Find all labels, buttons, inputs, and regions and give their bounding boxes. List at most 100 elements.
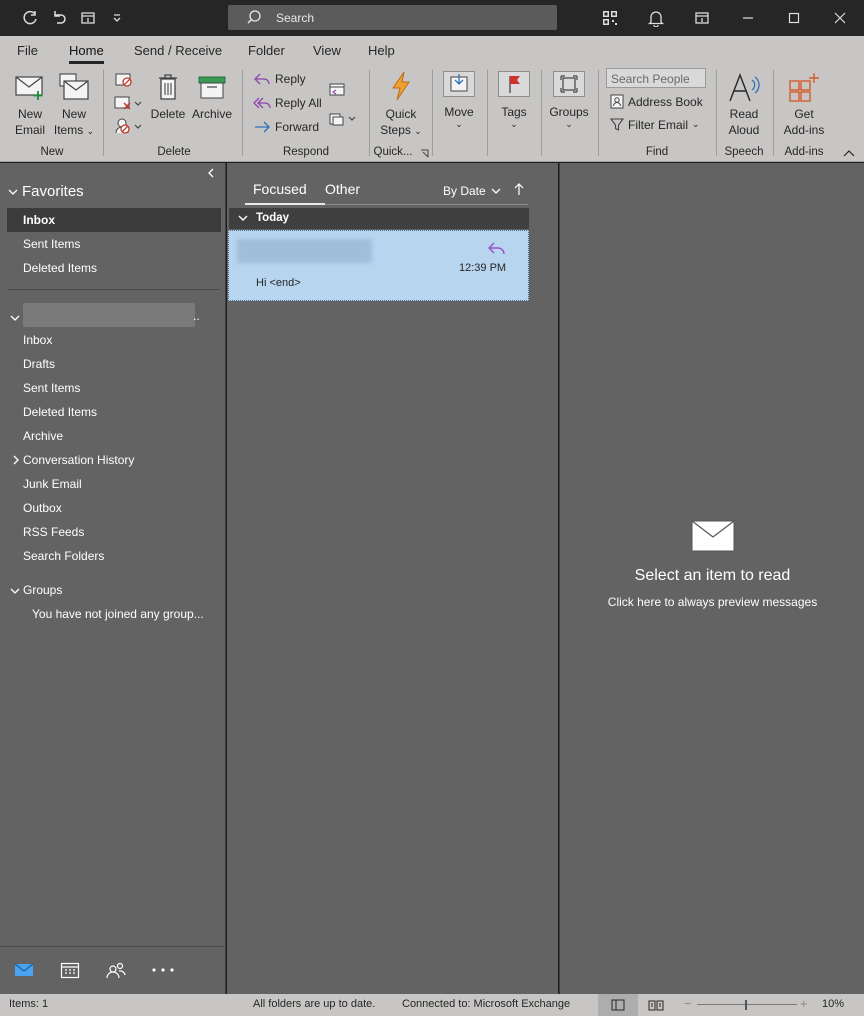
address-book-icon bbox=[610, 94, 624, 109]
folder-conversation-history[interactable]: Conversation History bbox=[23, 453, 134, 467]
normal-view-button[interactable] bbox=[598, 994, 638, 1016]
lightning-icon bbox=[386, 70, 416, 102]
tab-folder[interactable]: Folder bbox=[248, 43, 285, 58]
reply-button[interactable]: Reply bbox=[253, 72, 306, 86]
reading-view-icon[interactable] bbox=[648, 999, 664, 1014]
zoom-slider[interactable] bbox=[697, 1004, 797, 1005]
touch-mode-icon[interactable] bbox=[77, 7, 99, 29]
groups-header[interactable]: Groups bbox=[23, 583, 62, 597]
reply-all-button[interactable]: Reply All bbox=[253, 96, 322, 110]
reply-label: Reply bbox=[275, 72, 306, 86]
read-aloud-icon bbox=[726, 70, 762, 104]
maximize-icon[interactable] bbox=[783, 7, 805, 29]
group-label-delete: Delete bbox=[157, 146, 191, 158]
sort-by-date[interactable]: By Date bbox=[443, 184, 501, 198]
add-ins-icon bbox=[786, 70, 822, 104]
folder-search-folders[interactable]: Search Folders bbox=[23, 549, 104, 563]
tab-home[interactable]: Home bbox=[69, 43, 104, 64]
folder-sent-items[interactable]: Sent Items bbox=[23, 381, 80, 395]
bell-icon[interactable] bbox=[645, 7, 667, 29]
chevron-down-icon: ⌄ bbox=[86, 126, 95, 136]
folder-rss-feeds[interactable]: RSS Feeds bbox=[23, 525, 84, 539]
collapse-pane-icon[interactable] bbox=[203, 165, 219, 181]
chevron-right-icon[interactable] bbox=[12, 454, 20, 468]
restore-ribbon-icon[interactable] bbox=[691, 7, 713, 29]
folder-archive[interactable]: Archive bbox=[23, 429, 63, 443]
tab-other[interactable]: Other bbox=[325, 181, 360, 197]
reply-all-icon bbox=[253, 97, 271, 109]
group-separator bbox=[773, 70, 774, 156]
group-separator bbox=[432, 70, 433, 156]
tab-focused[interactable]: Focused bbox=[253, 181, 307, 197]
flag-icon bbox=[498, 71, 530, 97]
chevron-down-icon[interactable] bbox=[10, 584, 20, 598]
quick-steps-line2: Steps bbox=[380, 123, 411, 137]
preview-link[interactable]: Click here to always preview messages bbox=[560, 595, 864, 609]
address-book-button[interactable]: Address Book bbox=[610, 94, 703, 109]
folder-junk-email[interactable]: Junk Email bbox=[23, 477, 82, 491]
reading-pane[interactable]: Select an item to read Click here to alw… bbox=[559, 163, 864, 994]
tab-help[interactable]: Help bbox=[368, 43, 395, 58]
more-respond-icon[interactable] bbox=[327, 110, 357, 128]
groups-icon bbox=[553, 71, 585, 97]
clean-up-icon[interactable] bbox=[113, 94, 143, 112]
folder-inbox[interactable]: Inbox bbox=[23, 333, 52, 347]
archive-icon bbox=[196, 72, 228, 102]
get-add-ins-button[interactable]: Get Add-ins bbox=[778, 106, 830, 138]
forward-button[interactable]: Forward bbox=[253, 120, 319, 134]
meeting-reply-icon[interactable] bbox=[327, 80, 347, 98]
dialog-launcher-icon[interactable] bbox=[419, 148, 429, 158]
zoom-in-icon[interactable]: + bbox=[800, 996, 808, 1011]
folder-deleted-items[interactable]: Deleted Items bbox=[23, 405, 97, 419]
archive-button[interactable]: Archive bbox=[190, 106, 234, 122]
tab-view[interactable]: View bbox=[313, 43, 341, 58]
group-label-respond: Respond bbox=[282, 146, 330, 158]
zoom-level[interactable]: 10% bbox=[822, 998, 844, 1010]
collapse-ribbon-icon[interactable] bbox=[842, 148, 856, 158]
zoom-slider-thumb[interactable] bbox=[745, 1000, 747, 1010]
delete-button[interactable]: Delete bbox=[148, 106, 188, 122]
tab-file[interactable]: File bbox=[17, 43, 38, 58]
more-apps-icon[interactable] bbox=[148, 959, 178, 981]
zoom-out-icon[interactable]: − bbox=[684, 996, 692, 1011]
search-box[interactable]: Search bbox=[228, 5, 557, 30]
people-icon[interactable] bbox=[104, 959, 128, 981]
customize-icon[interactable] bbox=[106, 7, 128, 29]
ignore-icon[interactable] bbox=[113, 71, 135, 89]
calendar-icon[interactable] bbox=[58, 959, 82, 981]
read-aloud-button[interactable]: Read Aloud bbox=[722, 106, 766, 138]
status-connection[interactable]: Connected to: Microsoft Exchange bbox=[402, 998, 570, 1010]
quick-steps-button[interactable]: Quick Steps ⌄ bbox=[378, 106, 424, 139]
tags-label: Tags bbox=[501, 105, 527, 119]
filter-email-button[interactable]: Filter Email ⌄ bbox=[610, 117, 700, 132]
envelope-icon bbox=[691, 520, 735, 552]
favorite-deleted-items[interactable]: Deleted Items bbox=[23, 261, 97, 275]
sort-direction-icon[interactable] bbox=[512, 181, 526, 197]
minimize-icon[interactable] bbox=[737, 7, 759, 29]
account-name-redacted[interactable] bbox=[23, 303, 195, 327]
move-button[interactable]: Move ⌄ bbox=[438, 104, 480, 129]
forward-icon bbox=[255, 121, 270, 133]
refresh-icon[interactable] bbox=[19, 7, 41, 29]
read-aloud-line2: Aloud bbox=[728, 123, 760, 137]
undo-icon[interactable] bbox=[48, 7, 70, 29]
message-item[interactable]: 12:39 PM Hi <end> bbox=[228, 230, 529, 301]
tags-button[interactable]: Tags ⌄ bbox=[493, 104, 535, 129]
junk-icon[interactable] bbox=[113, 117, 143, 135]
search-people-input[interactable]: Search People bbox=[606, 68, 706, 88]
new-email-button[interactable]: New Email bbox=[10, 106, 50, 138]
group-header-today[interactable]: Today bbox=[229, 208, 529, 229]
favorite-sent-items[interactable]: Sent Items bbox=[23, 237, 80, 251]
groups-button[interactable]: Groups ⌄ bbox=[546, 104, 592, 129]
folder-drafts[interactable]: Drafts bbox=[23, 357, 55, 371]
status-sync: All folders are up to date. bbox=[253, 998, 376, 1010]
favorite-inbox[interactable]: Inbox bbox=[23, 213, 55, 227]
favorites-header[interactable]: Favorites bbox=[8, 183, 84, 200]
folder-outbox[interactable]: Outbox bbox=[23, 501, 62, 515]
qr-code-icon[interactable] bbox=[599, 7, 621, 29]
new-items-button[interactable]: New Items ⌄ bbox=[52, 106, 96, 139]
tab-send-receive[interactable]: Send / Receive bbox=[134, 43, 222, 58]
chevron-down-icon[interactable] bbox=[10, 311, 20, 325]
mail-icon[interactable] bbox=[12, 959, 36, 981]
close-icon[interactable] bbox=[829, 7, 851, 29]
